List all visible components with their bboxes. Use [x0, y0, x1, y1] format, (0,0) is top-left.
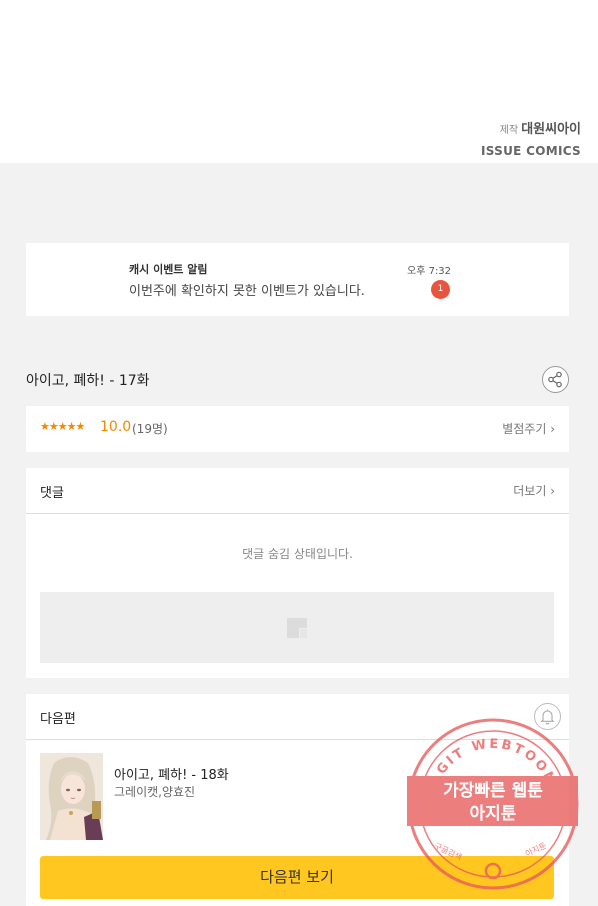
notice-time: 오후 7:32	[407, 266, 452, 277]
production-name: 대원씨아이	[521, 122, 581, 137]
ad-placeholder	[40, 592, 554, 663]
share-icon	[548, 371, 562, 388]
share-button[interactable]	[542, 366, 569, 393]
ad-placeholder-icon	[287, 618, 307, 638]
comments-hidden-message: 댓글 숨김 상태입니다.	[242, 547, 353, 561]
next-episode-thumbnail[interactable]	[40, 753, 103, 840]
google-g-icon	[484, 862, 502, 880]
publisher-credit: ISSUE COMICS	[480, 144, 581, 158]
production-credit: 제작 대원씨아이	[499, 122, 581, 137]
rating-count: (19명)	[132, 422, 168, 436]
rating-bar: ★★★★★ 10.0 (19명) 별점주기 ›	[26, 406, 569, 452]
next-episode-authors: 그레이캣,양효진	[114, 785, 196, 799]
thumbnail-illustration	[40, 753, 103, 840]
watermark-line2: 아지툰	[470, 804, 517, 824]
episode-title: 아이고, 폐하! - 17화	[26, 373, 150, 389]
watermark-line1: 가장빠른 웹툰	[443, 781, 543, 801]
rating-score: 10.0	[100, 419, 132, 435]
next-episode-title[interactable]: 아이고, 폐하! - 18화	[114, 764, 229, 783]
comments-title: 댓글	[40, 486, 64, 501]
rating-stars: ★★★★★	[40, 420, 85, 433]
comments-more-link[interactable]: 더보기 ›	[513, 482, 555, 499]
credits: 제작 대원씨아이 ISSUE COMICS	[481, 118, 581, 158]
notice-title: 캐시 이벤트 알림	[129, 263, 208, 276]
rate-button[interactable]: 별점주기 ›	[502, 420, 555, 437]
watermark-stamp: AGIT WEBTOON 가장빠른 웹툰 아지툰 구글검색 아지툰	[407, 718, 579, 890]
cash-event-notice[interactable]: 캐시 이벤트 알림 이번주에 확인하지 못한 이벤트가 있습니다. 오후 7:3…	[26, 243, 569, 316]
comments-header: 댓글 더보기 ›	[26, 468, 569, 514]
comments-section: 댓글 더보기 › 댓글 숨김 상태입니다.	[26, 468, 569, 678]
watermark-bottom-left: 구글검색	[433, 841, 464, 863]
notice-message: 이번주에 확인하지 못한 이벤트가 있습니다.	[129, 284, 365, 299]
next-episode-heading: 다음편	[40, 712, 76, 727]
notice-count-badge: 1	[431, 280, 450, 299]
